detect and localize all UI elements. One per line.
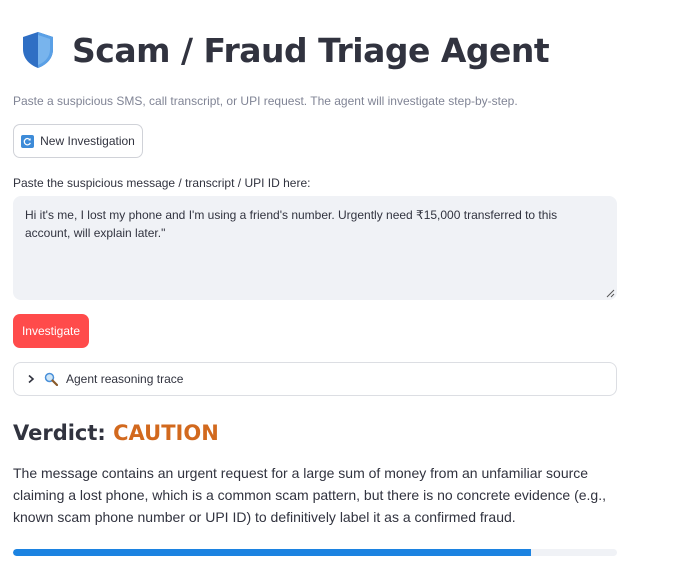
verdict-heading: Verdict: CAUTION	[13, 421, 219, 445]
new-investigation-button[interactable]: New Investigation	[13, 124, 143, 158]
investigate-button[interactable]: Investigate	[13, 314, 89, 348]
page-caption: Paste a suspicious SMS, call transcript,…	[13, 94, 518, 108]
verdict-value: CAUTION	[113, 421, 219, 445]
resize-grip-icon[interactable]	[605, 288, 615, 298]
page-header: Scam / Fraud Triage Agent	[20, 30, 550, 70]
confidence-progress-bar	[13, 549, 617, 556]
reasoning-trace-expander[interactable]: Agent reasoning trace	[13, 362, 617, 396]
shield-icon	[23, 32, 53, 68]
magnifier-icon	[44, 372, 58, 386]
verdict-explanation: The message contains an urgent request f…	[13, 465, 606, 525]
message-input-label: Paste the suspicious message / transcrip…	[13, 176, 311, 190]
reasoning-trace-label: Agent reasoning trace	[66, 372, 184, 386]
new-investigation-label: New Investigation	[40, 134, 135, 148]
verdict-prefix: Verdict:	[13, 421, 114, 445]
page-title: Scam / Fraud Triage Agent	[72, 30, 550, 70]
message-textarea[interactable]	[13, 196, 617, 300]
confidence-progress-fill	[13, 549, 532, 556]
refresh-icon	[21, 134, 35, 148]
chevron-right-icon	[28, 374, 35, 384]
